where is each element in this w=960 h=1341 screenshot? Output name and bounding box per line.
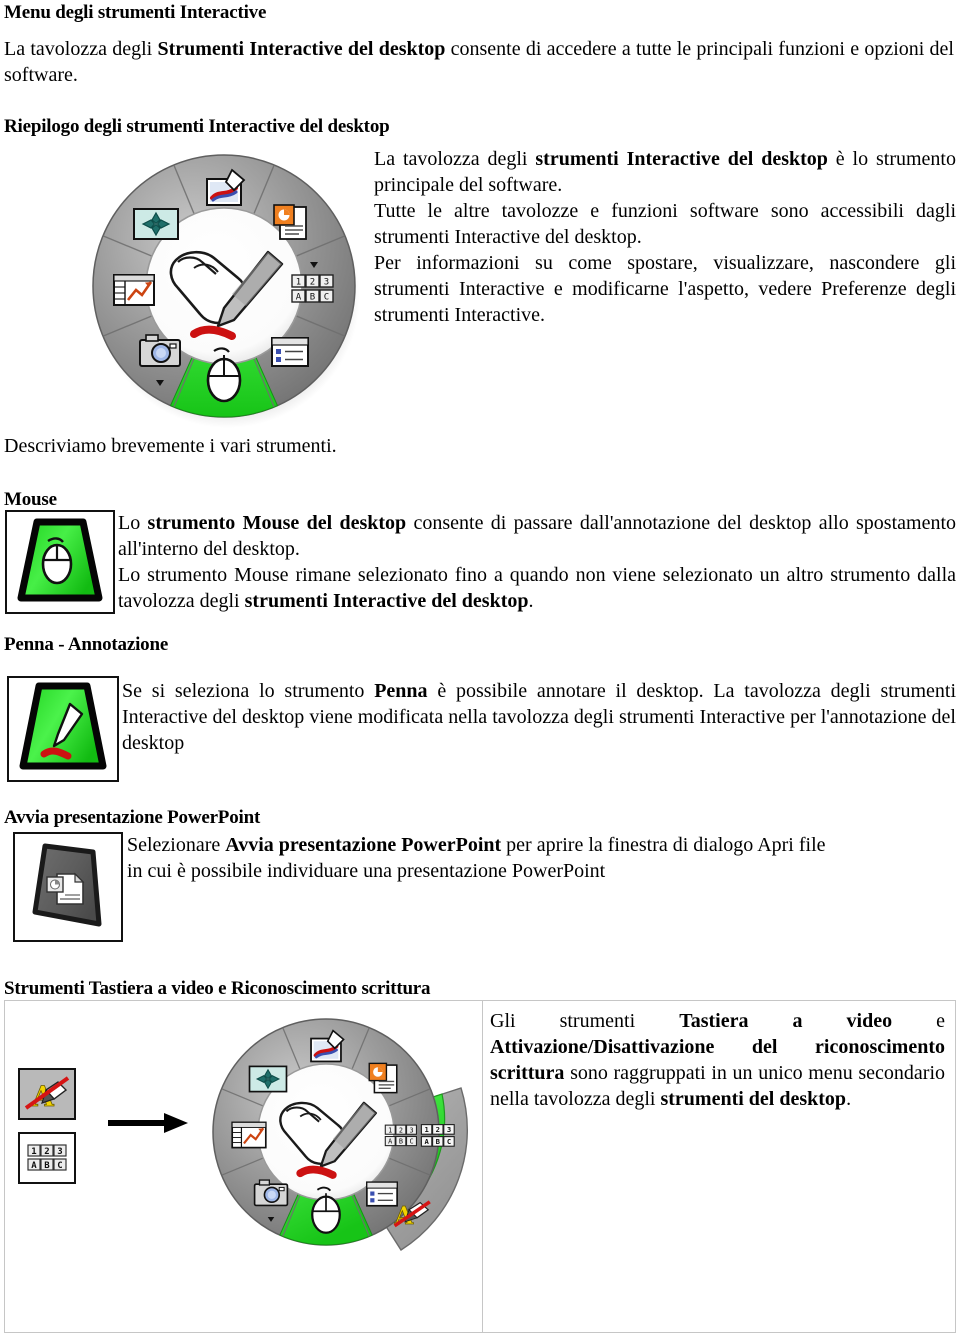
svg-text:C: C [324,293,329,303]
svg-text:B: B [310,293,315,303]
right-arrow-icon [106,1110,190,1136]
svg-text:1: 1 [388,1126,392,1134]
svg-text:A: A [424,1137,429,1146]
svg-text:B: B [44,1161,50,1171]
table-column-divider [482,1001,483,1332]
svg-text:3: 3 [447,1125,451,1134]
on-screen-keyboard-icon: 123 ABC [18,1132,76,1184]
tool-wheel-palette: 1 2 3 A B C [82,144,367,429]
mouse-body-paragraph-1: Lo strumento Mouse del desktop consente … [118,510,956,562]
svg-text:A: A [31,1161,37,1171]
powerpoint-body-paragraph: Selezionare Avvia presentazione PowerPoi… [127,832,827,884]
tast-bold-3: strumenti del desktop [660,1088,847,1110]
riepilogo-p1-bold: strumenti Interactive del desktop [535,148,828,170]
wheel2-icon-move [248,1065,288,1093]
mouse-p1-a: Lo [118,512,148,534]
intro-prefix: La tavolozza degli [4,38,158,60]
mouse-tool-icon [5,510,115,614]
handwriting-recognition-toggle-icon: A [18,1068,76,1120]
svg-text:2: 2 [310,278,315,288]
heading-tastiera: Strumenti Tastiera a video e Riconoscime… [4,978,431,999]
tastiera-cell-paragraph: Gli strumenti Tastiera a video e Attivaz… [490,1008,945,1112]
heading-penna: Penna - Annotazione [4,634,169,655]
powerpoint-tool-icon [13,832,123,942]
mouse-body-paragraph-2: Lo strumento Mouse rimane selezionato fi… [118,562,956,614]
wheel-icon-move [133,208,179,240]
penna-p-a: Se si seleziona lo strumento [122,680,375,702]
riepilogo-paragraph-3: Per informazioni su come spostare, visua… [374,252,956,326]
wheel2-icon-list-menu [366,1181,398,1207]
svg-text:A: A [296,293,302,303]
svg-text:3: 3 [409,1126,413,1134]
mouse-p2-bold: strumenti Interactive del desktop [244,590,529,612]
tast-bold-1: Tastiera a video [679,1010,893,1032]
svg-text:B: B [436,1137,441,1146]
svg-text:C: C [57,1161,62,1171]
intro-bold: Strumenti Interactive del desktop [157,38,446,60]
wheel2-icon-chart [231,1121,267,1149]
riepilogo-paragraph-1: La tavolozza degli strumenti Interactive… [374,146,956,198]
document-page: Menu degli strumenti Interactive La tavo… [0,0,960,1341]
svg-text:3: 3 [324,278,329,288]
descriviamo-line: Descriviamo brevemente i vari strumenti. [4,435,337,457]
tast-a: Gli strumenti [490,1010,680,1032]
page-title: Menu degli strumenti Interactive [4,2,267,23]
svg-text:C: C [447,1137,451,1146]
svg-text:3: 3 [57,1147,62,1157]
heading-mouse: Mouse [4,489,57,510]
pen-tool-icon [7,676,119,782]
wheel-icon-list-menu [271,337,309,367]
svg-text:2: 2 [399,1126,403,1134]
ppt-p-bold: Avvia presentazione PowerPoint [225,834,502,856]
svg-text:B: B [399,1138,403,1146]
svg-text:2: 2 [436,1125,440,1134]
tast-d: . [846,1088,852,1110]
svg-text:C: C [409,1138,413,1146]
heading-powerpoint: Avvia presentazione PowerPoint [4,807,261,828]
svg-text:2: 2 [44,1147,49,1157]
tool-wheel-palette-expanded: 123 ABC 123 ABC A [196,1014,476,1274]
svg-text:A: A [388,1138,392,1146]
svg-text:1: 1 [424,1125,428,1134]
mouse-p1-bold: strumento Mouse del desktop [147,512,407,534]
riepilogo-p1-a: La tavolozza degli [374,148,536,170]
heading-riepilogo: Riepilogo degli strumenti Interactive de… [4,116,390,137]
ppt-p-a: Selezionare [127,834,226,856]
svg-text:1: 1 [31,1147,36,1157]
penna-body-paragraph: Se si seleziona lo strumento Penna è pos… [122,678,956,756]
penna-p-bold: Penna [374,680,428,702]
riepilogo-paragraph-2: Tutte le altre tavolozze e funzioni soft… [374,200,956,248]
intro-paragraph: La tavolozza degli Strumenti Interactive… [4,36,954,88]
tast-b: e [892,1010,945,1032]
wheel-icon-chart [113,274,155,306]
svg-text:1: 1 [296,278,301,288]
mouse-p2-b: . [528,590,534,612]
